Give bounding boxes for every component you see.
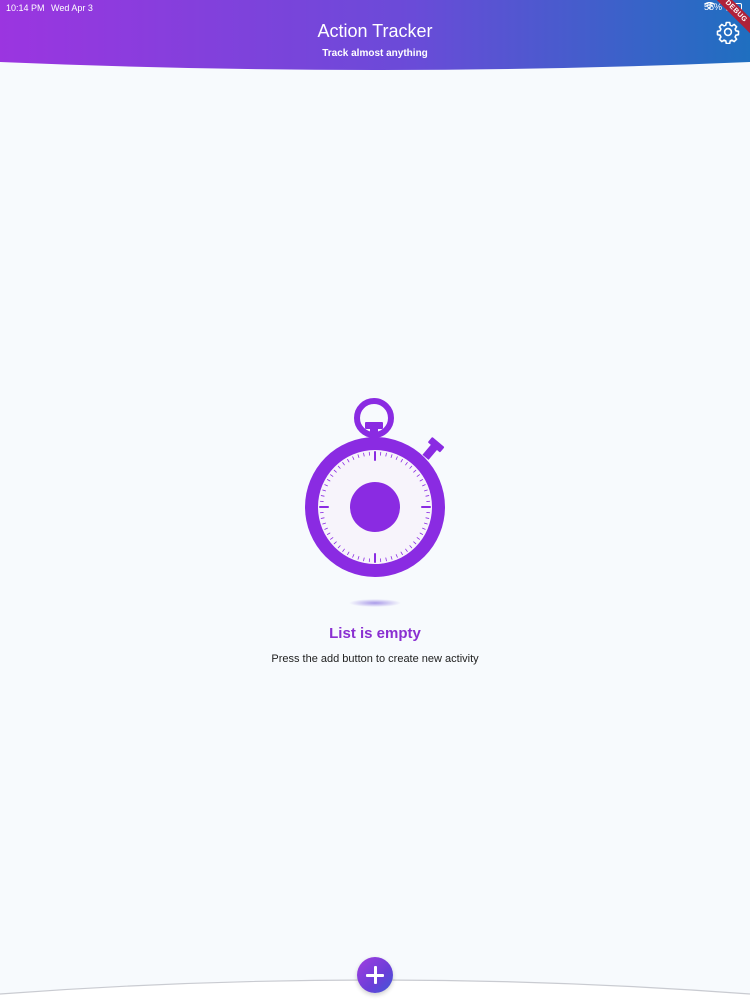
app-screen: 10:14 PM Wed Apr 3 55% DEBUG Action Trac… — [0, 0, 750, 1000]
wifi-icon — [703, 2, 715, 10]
empty-state-title: List is empty — [329, 625, 421, 642]
page-subtitle: Track almost anything — [322, 48, 428, 59]
empty-state-description: Press the add button to create new activ… — [271, 653, 479, 665]
stopwatch-illustration — [295, 395, 455, 615]
stopwatch-icon — [305, 398, 445, 607]
add-activity-button[interactable] — [357, 957, 393, 993]
status-date: Wed Apr 3 — [51, 3, 93, 13]
app-header: 10:14 PM Wed Apr 3 55% DEBUG Action Trac… — [0, 0, 750, 72]
status-bar: 10:14 PM Wed Apr 3 55% DEBUG — [0, 0, 750, 37]
gear-icon — [716, 21, 740, 44]
status-time: 10:14 PM — [6, 3, 45, 13]
plus-icon-vertical — [373, 966, 377, 984]
page-title: Action Tracker — [317, 21, 433, 41]
settings-button[interactable] — [716, 20, 740, 44]
